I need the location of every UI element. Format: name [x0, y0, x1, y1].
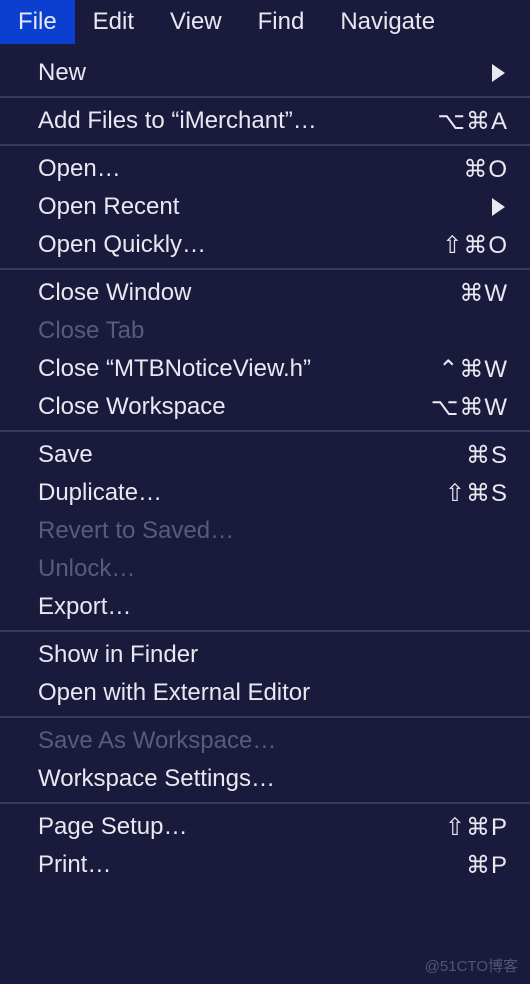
menu-item-open-recent[interactable]: Open Recent: [0, 188, 530, 226]
submenu-arrow-icon: [492, 198, 505, 216]
menu-section: New: [0, 50, 530, 98]
menu-item-label: Page Setup…: [38, 813, 187, 841]
menu-item-show-in-finder[interactable]: Show in Finder: [0, 636, 530, 674]
menubar-edit[interactable]: Edit: [75, 0, 152, 44]
menu-section: Open… ⌘O Open Recent Open Quickly… ⇧⌘O: [0, 146, 530, 270]
menu-item-open-external-editor[interactable]: Open with External Editor: [0, 674, 530, 712]
menu-item-shortcut: ⌘S: [466, 441, 508, 470]
menubar-label: Find: [258, 8, 305, 36]
menubar-label: Edit: [93, 8, 134, 36]
menu-item-label: Save As Workspace…: [38, 727, 276, 755]
menu-item-open-quickly[interactable]: Open Quickly… ⇧⌘O: [0, 226, 530, 264]
menu-item-label: Print…: [38, 851, 111, 879]
menu-item-add-files[interactable]: Add Files to “iMerchant”… ⌥⌘A: [0, 102, 530, 140]
menu-item-label: Show in Finder: [38, 641, 198, 669]
menu-item-unlock: Unlock…: [0, 550, 530, 588]
menu-item-shortcut: ⇧⌘S: [445, 479, 508, 508]
menu-item-shortcut: ⇧⌘P: [445, 813, 508, 842]
menu-item-label: Close “MTBNoticeView.h”: [38, 355, 311, 383]
menu-item-new[interactable]: New: [0, 54, 530, 92]
menu-item-label: Close Workspace: [38, 393, 226, 421]
menu-item-shortcut: ⌥⌘W: [431, 393, 508, 422]
menu-item-revert: Revert to Saved…: [0, 512, 530, 550]
menu-item-label: Close Tab: [38, 317, 144, 345]
menubar-view[interactable]: View: [152, 0, 240, 44]
menu-item-shortcut: ⌘P: [466, 851, 508, 880]
watermark: @51CTO博客: [425, 955, 518, 976]
menu-item-shortcut: ⌘O: [463, 155, 508, 184]
menu-item-label: Duplicate…: [38, 479, 162, 507]
menu-item-duplicate[interactable]: Duplicate… ⇧⌘S: [0, 474, 530, 512]
menu-item-export[interactable]: Export…: [0, 588, 530, 626]
menubar-label: File: [18, 8, 57, 36]
menu-item-print[interactable]: Print… ⌘P: [0, 846, 530, 884]
submenu-arrow-icon: [492, 64, 505, 82]
menu-section: Save ⌘S Duplicate… ⇧⌘S Revert to Saved… …: [0, 432, 530, 632]
menu-item-label: Open Quickly…: [38, 231, 206, 259]
menu-item-shortcut: ⇧⌘O: [442, 231, 508, 260]
menu-section: Add Files to “iMerchant”… ⌥⌘A: [0, 98, 530, 146]
menu-item-close-file[interactable]: Close “MTBNoticeView.h” ⌃⌘W: [0, 350, 530, 388]
menubar-find[interactable]: Find: [240, 0, 323, 44]
menubar-file[interactable]: File: [0, 0, 75, 44]
menu-item-label: Save: [38, 441, 93, 469]
menu-item-close-workspace[interactable]: Close Workspace ⌥⌘W: [0, 388, 530, 426]
menu-item-label: Open with External Editor: [38, 679, 310, 707]
menu-section: Show in Finder Open with External Editor: [0, 632, 530, 718]
menu-item-close-window[interactable]: Close Window ⌘W: [0, 274, 530, 312]
menubar-label: Navigate: [340, 8, 435, 36]
menu-item-label: New: [38, 59, 86, 87]
menu-item-label: Workspace Settings…: [38, 765, 275, 793]
menu-item-close-tab: Close Tab: [0, 312, 530, 350]
menu-item-label: Close Window: [38, 279, 191, 307]
menu-item-label: Open Recent: [38, 193, 179, 221]
menu-item-workspace-settings[interactable]: Workspace Settings…: [0, 760, 530, 798]
menu-item-open[interactable]: Open… ⌘O: [0, 150, 530, 188]
menu-item-label: Open…: [38, 155, 121, 183]
menu-section: Close Window ⌘W Close Tab Close “MTBNoti…: [0, 270, 530, 432]
menu-section: Page Setup… ⇧⌘P Print… ⌘P: [0, 804, 530, 888]
menu-item-shortcut: ⌃⌘W: [438, 355, 508, 384]
menubar-label: View: [170, 8, 222, 36]
menubar: File Edit View Find Navigate: [0, 0, 530, 44]
menu-section: Save As Workspace… Workspace Settings…: [0, 718, 530, 804]
menu-item-label: Add Files to “iMerchant”…: [38, 107, 317, 135]
menu-item-page-setup[interactable]: Page Setup… ⇧⌘P: [0, 808, 530, 846]
menu-item-label: Revert to Saved…: [38, 517, 234, 545]
file-menu-dropdown: New Add Files to “iMerchant”… ⌥⌘A Open… …: [0, 44, 530, 888]
menu-item-save[interactable]: Save ⌘S: [0, 436, 530, 474]
menu-item-label: Export…: [38, 593, 131, 621]
menu-item-save-as-workspace: Save As Workspace…: [0, 722, 530, 760]
menu-item-shortcut: ⌥⌘A: [437, 107, 508, 136]
menu-item-shortcut: ⌘W: [459, 279, 508, 308]
menu-item-label: Unlock…: [38, 555, 135, 583]
menubar-navigate[interactable]: Navigate: [322, 0, 453, 44]
